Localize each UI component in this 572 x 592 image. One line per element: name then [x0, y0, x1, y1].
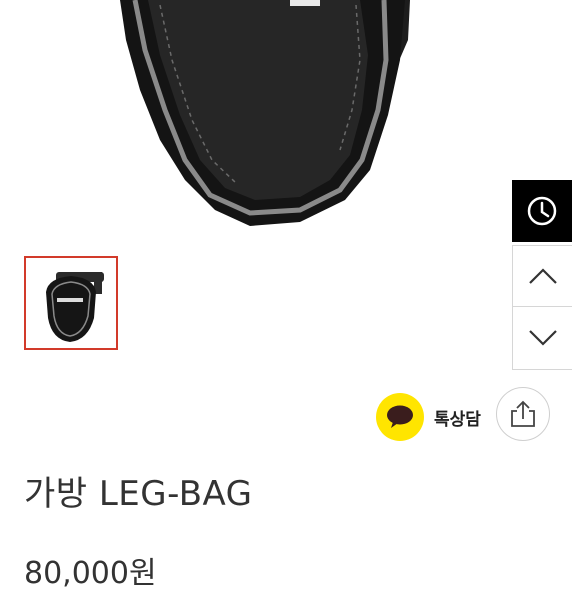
- talk-consult-button[interactable]: 톡상담: [376, 393, 481, 441]
- share-button[interactable]: [496, 387, 550, 441]
- product-title: 가방 LEG-BAG: [24, 474, 253, 514]
- product-main-image: [0, 0, 572, 240]
- clock-icon: [527, 196, 557, 226]
- talk-consult-label: 톡상담: [434, 409, 481, 430]
- product-thumbnail[interactable]: [24, 256, 118, 350]
- recently-viewed-button[interactable]: [512, 180, 572, 242]
- product-price: 80,000원: [24, 556, 157, 591]
- scroll-up-button[interactable]: [512, 245, 572, 307]
- chevron-down-icon: [528, 330, 557, 346]
- kakao-talk-icon: [376, 393, 424, 441]
- share-icon: [511, 400, 535, 427]
- chevron-up-icon: [528, 268, 557, 284]
- thumbnail-image: [46, 272, 104, 342]
- scroll-down-button[interactable]: [512, 307, 572, 370]
